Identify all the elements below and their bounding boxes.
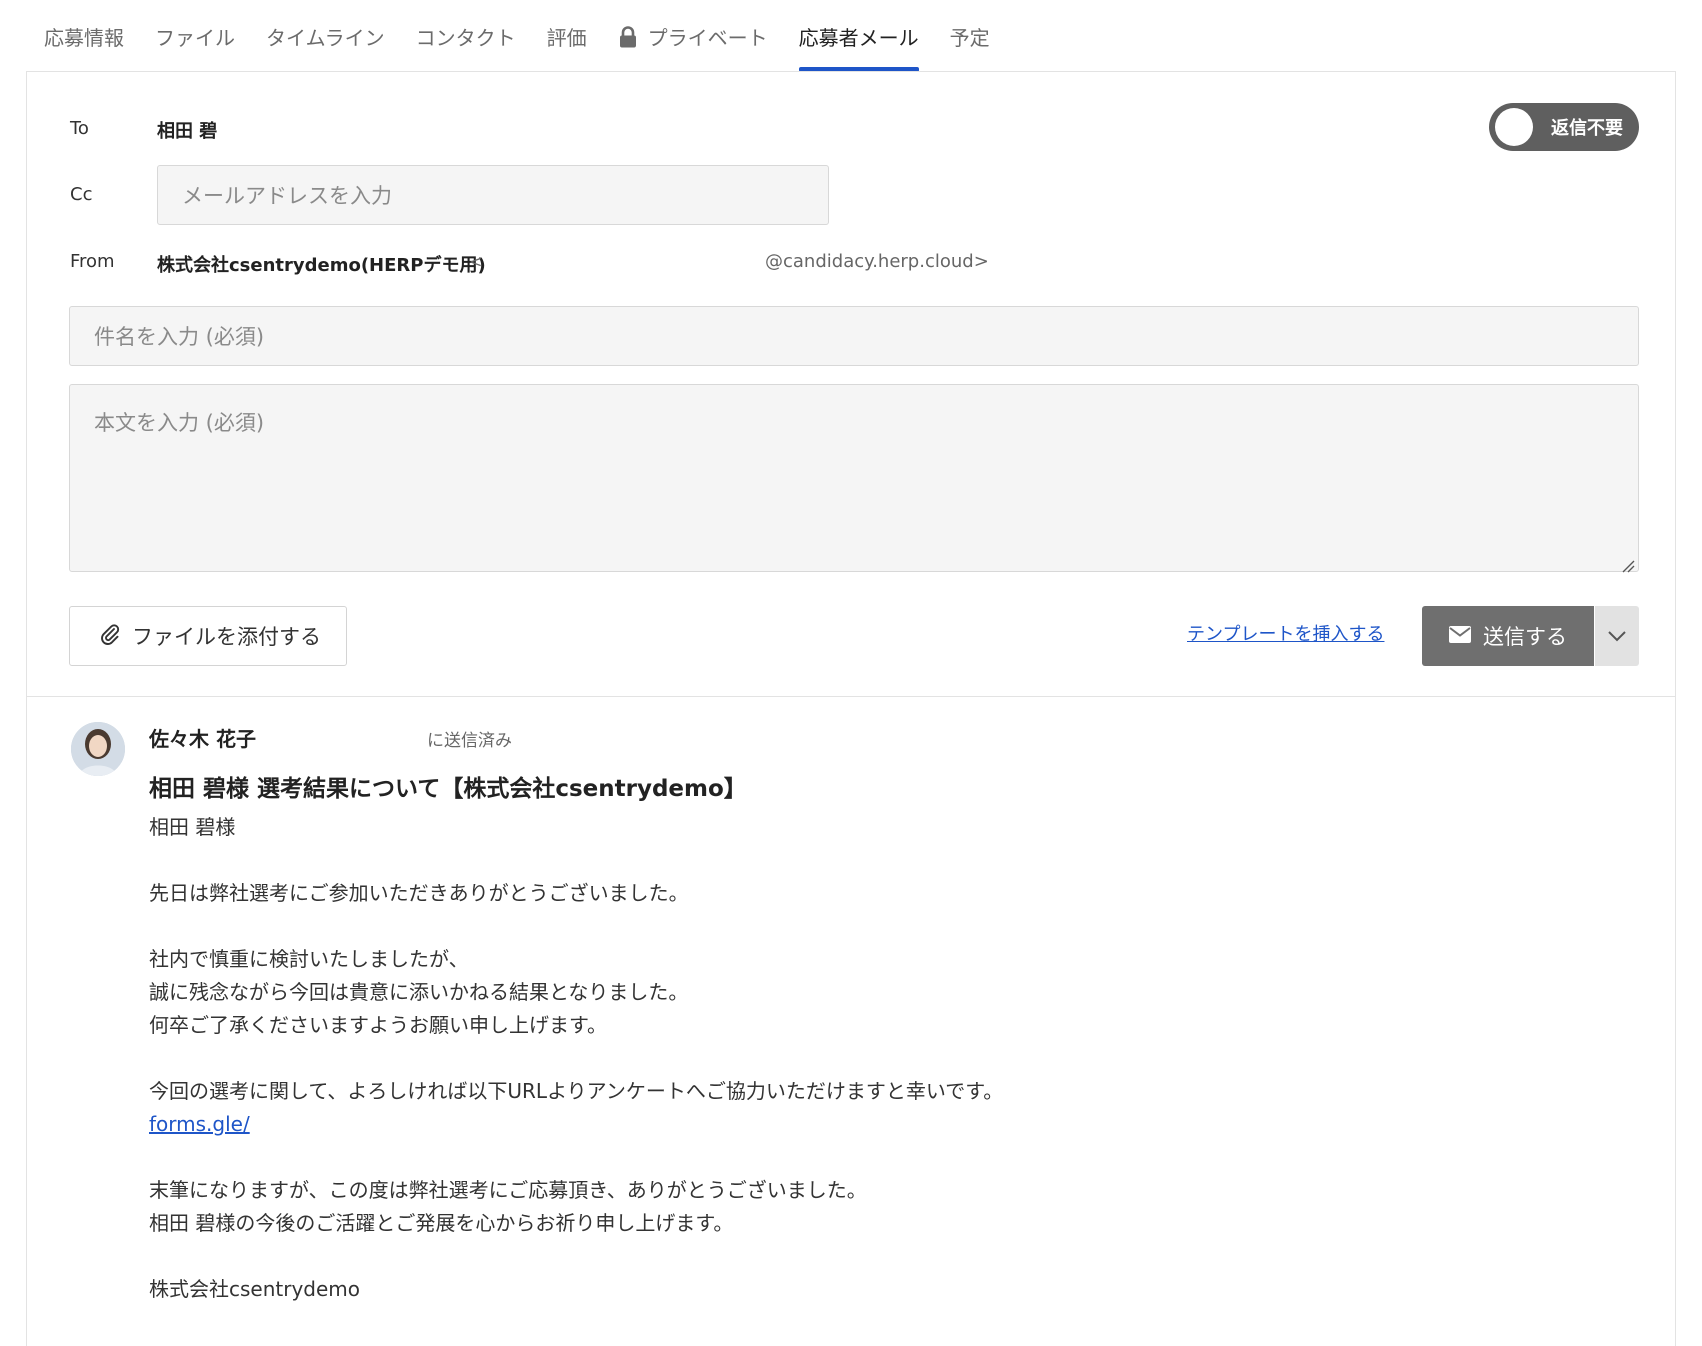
tab-label: プライベート [647, 25, 768, 50]
body-textarea[interactable]: 本文を入力 (必須) [69, 384, 1639, 573]
tab-label: 応募者メール [798, 25, 919, 50]
body-line: 相田 碧様の今後のご活躍とご発展を心からお祈り申し上げます。 [149, 1211, 734, 1235]
subject-input[interactable]: 件名を入力 (必須) [69, 306, 1639, 366]
from-sender-name: 株式会社csentrydemo(HERPデモ用) [157, 255, 486, 276]
envelope-icon [1449, 624, 1483, 648]
tab-private[interactable]: プライベート [618, 0, 768, 72]
tab-bar: 応募情報 ファイル タイムライン コンタクト 評価 プライベート 応募者メール … [44, 0, 1021, 72]
divider [27, 696, 1675, 697]
tab-label: 評価 [546, 25, 587, 50]
sender-name: 佐々木 花子 [149, 727, 256, 751]
tab-label: タイムライン [266, 25, 385, 50]
body-line: 末筆になりますが、この度は弊社選考にご応募頂き、ありがとうございました。 [149, 1178, 867, 1202]
body-blank-line [149, 1240, 1549, 1273]
chevron-down-icon [1607, 627, 1627, 646]
body-line: 誠に残念ながら今回は貴意に添いかねる結果となりました。 [149, 980, 689, 1004]
cc-label: Cc [70, 184, 93, 205]
send-button[interactable]: 送信する [1422, 606, 1594, 666]
no-reply-toggle[interactable]: 返信不要 [1489, 103, 1639, 151]
tab-files[interactable]: ファイル [155, 0, 235, 72]
body-signature: 株式会社csentrydemo [149, 1277, 361, 1301]
to-label: To [70, 118, 89, 139]
send-label: 送信する [1483, 625, 1567, 649]
tab-application-info[interactable]: 応募情報 [44, 0, 124, 72]
survey-link[interactable]: forms.gle/ [149, 1112, 250, 1136]
from-bracket: < [469, 252, 483, 271]
resize-handle-icon[interactable] [1621, 554, 1635, 573]
subject-placeholder: 件名を入力 (必須) [94, 325, 265, 349]
to-recipient: 相田 碧 [157, 121, 218, 142]
from-email-domain: @candidacy.herp.cloud> [765, 251, 989, 272]
body-line: 社内で慎重に検討いたしましたが、 [149, 947, 469, 971]
avatar [71, 722, 125, 776]
tab-label: 予定 [949, 25, 990, 50]
insert-template-link[interactable]: テンプレートを挿入する [1187, 620, 1384, 646]
toggle-knob [1495, 108, 1533, 146]
attach-file-button[interactable]: ファイルを添付する [69, 606, 347, 666]
body-blank-line [149, 844, 1549, 877]
body-line: 相田 碧様 [149, 815, 236, 839]
cc-placeholder: メールアドレスを入力 [182, 184, 392, 208]
body-blank-line [149, 1141, 1549, 1174]
body-placeholder: 本文を入力 (必須) [94, 411, 265, 435]
survey-link-line: forms.gle/ [149, 1108, 1549, 1141]
no-reply-label: 返信不要 [1551, 118, 1623, 139]
from-label: From [70, 251, 115, 272]
tab-label: コンタクト [415, 25, 516, 50]
message-subject: 相田 碧様 選考結果について【株式会社csentrydemo】 [149, 776, 747, 802]
body-line: 今回の選考に関して、よろしければ以下URLよりアンケートへご協力いただけますと幸… [149, 1079, 1004, 1103]
body-line: 何卒ご了承くださいますようお願い申し上げます。 [149, 1013, 607, 1037]
cc-input[interactable]: メールアドレスを入力 [157, 165, 829, 225]
attach-label: ファイルを添付する [132, 625, 321, 649]
paperclip-icon [100, 623, 132, 650]
tab-schedule[interactable]: 予定 [950, 0, 990, 72]
tab-evaluation[interactable]: 評価 [547, 0, 587, 72]
body-blank-line [149, 1042, 1549, 1075]
body-blank-line [149, 910, 1549, 943]
body-line: 先日は弊社選考にご参加いただきありがとうございました。 [149, 881, 689, 905]
message-body: 相田 碧様 先日は弊社選考にご参加いただきありがとうございました。 社内で慎重に… [149, 811, 1549, 1306]
tab-applicant-mail[interactable]: 応募者メール [798, 0, 919, 72]
sent-status: に送信済み [427, 731, 512, 751]
tab-contact[interactable]: コンタクト [416, 0, 516, 72]
tab-timeline[interactable]: タイムライン [266, 0, 385, 72]
lock-icon [618, 26, 638, 48]
mail-panel: To 相田 碧 返信不要 Cc メールアドレスを入力 From 株式会社csen… [26, 71, 1676, 1346]
send-options-dropdown[interactable] [1595, 606, 1639, 666]
tab-label: 応募情報 [44, 25, 124, 50]
tab-label: ファイル [155, 25, 235, 50]
